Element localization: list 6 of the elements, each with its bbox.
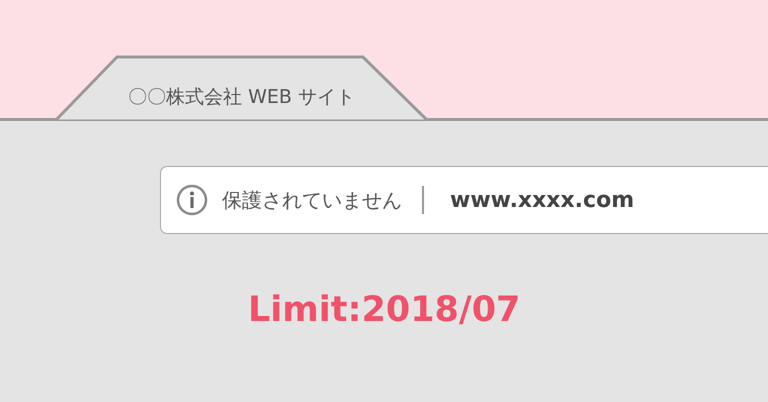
url-text: www.xxxx.com [450, 188, 634, 212]
security-status: 保護されていません [222, 186, 402, 214]
address-bar[interactable]: 保護されていません www.xxxx.com [160, 166, 768, 234]
browser-tab[interactable]: 〇〇株式会社 WEB サイト [55, 55, 428, 121]
info-icon [176, 184, 208, 216]
limit-text: Limit:2018/07 [248, 290, 522, 330]
